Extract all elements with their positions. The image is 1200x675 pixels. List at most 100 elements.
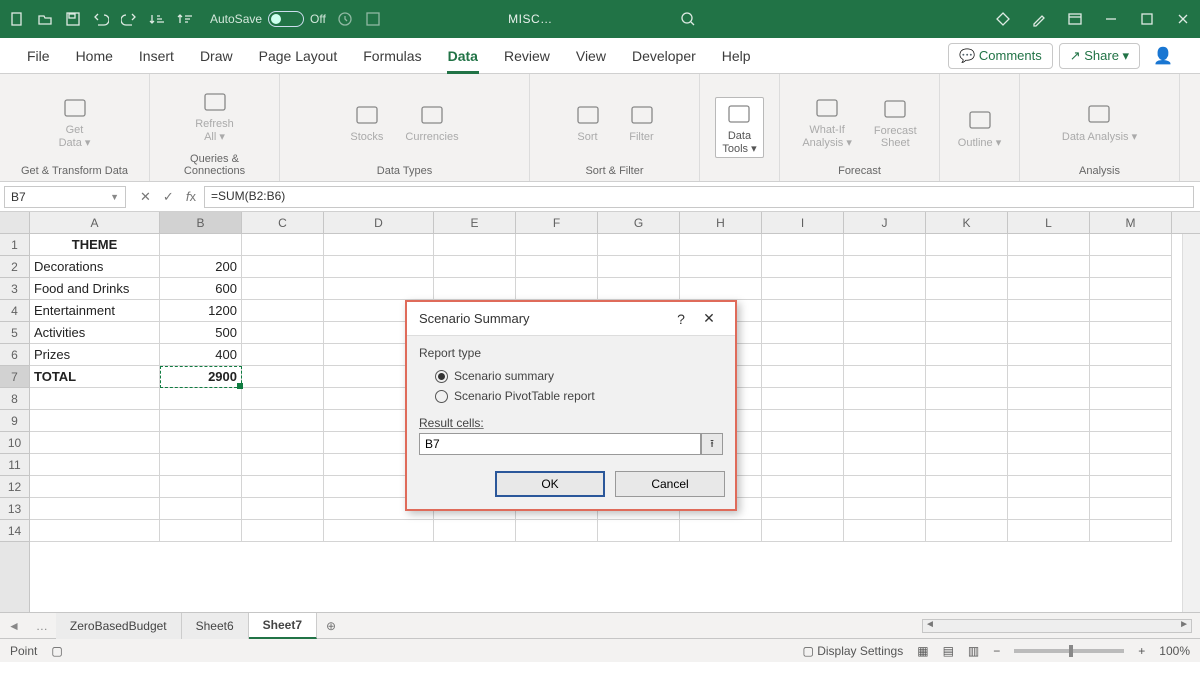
- sort-desc-icon[interactable]: [176, 10, 194, 28]
- cell[interactable]: [516, 234, 598, 256]
- pencil-icon[interactable]: [1030, 10, 1048, 28]
- cell[interactable]: [926, 322, 1008, 344]
- cell[interactable]: [1008, 454, 1090, 476]
- row-header[interactable]: 13: [0, 498, 29, 520]
- share-button[interactable]: ↗ Share ▾: [1059, 43, 1140, 69]
- ribbon-refresh-all[interactable]: RefreshAll ▾: [189, 86, 240, 145]
- cell[interactable]: [762, 498, 844, 520]
- cell[interactable]: [762, 300, 844, 322]
- cell[interactable]: [160, 476, 242, 498]
- save-icon[interactable]: [64, 10, 82, 28]
- cell[interactable]: [926, 410, 1008, 432]
- cell[interactable]: [844, 520, 926, 542]
- cell[interactable]: [1008, 344, 1090, 366]
- cell[interactable]: [598, 520, 680, 542]
- zoom-out-icon[interactable]: −: [993, 644, 1000, 658]
- cell[interactable]: [160, 410, 242, 432]
- radio-pivottable-report[interactable]: Scenario PivotTable report: [419, 386, 723, 406]
- tab-view[interactable]: View: [563, 38, 619, 74]
- cell[interactable]: [844, 366, 926, 388]
- cell[interactable]: [242, 256, 324, 278]
- col-header-A[interactable]: A: [30, 212, 160, 233]
- tab-home[interactable]: Home: [63, 38, 126, 74]
- cell[interactable]: [1090, 476, 1172, 498]
- tab-page-layout[interactable]: Page Layout: [246, 38, 351, 74]
- cell[interactable]: [844, 432, 926, 454]
- ribbon-get-data[interactable]: GetData ▾: [53, 92, 97, 151]
- cell[interactable]: [1090, 410, 1172, 432]
- cell[interactable]: [1008, 476, 1090, 498]
- history-icon[interactable]: [336, 10, 354, 28]
- tab-data[interactable]: Data: [435, 38, 491, 74]
- cell[interactable]: [598, 256, 680, 278]
- cancel-formula-icon[interactable]: ✕: [140, 189, 151, 205]
- cell[interactable]: [680, 234, 762, 256]
- row-header[interactable]: 5: [0, 322, 29, 344]
- cell[interactable]: [844, 498, 926, 520]
- cell[interactable]: [160, 498, 242, 520]
- account-icon[interactable]: 👤: [1140, 38, 1186, 74]
- cell[interactable]: [1008, 410, 1090, 432]
- cell[interactable]: [30, 520, 160, 542]
- sheet-tab-sheet7[interactable]: Sheet7: [249, 613, 317, 639]
- cell[interactable]: [1090, 432, 1172, 454]
- ribbon-data-analysis[interactable]: Data Analysis ▾: [1056, 98, 1143, 145]
- cell[interactable]: [324, 256, 434, 278]
- tab-draw[interactable]: Draw: [187, 38, 246, 74]
- cell[interactable]: [926, 432, 1008, 454]
- close-icon[interactable]: [1174, 10, 1192, 28]
- cell[interactable]: [762, 476, 844, 498]
- cell[interactable]: [1008, 278, 1090, 300]
- redo-icon[interactable]: [120, 10, 138, 28]
- cell[interactable]: [844, 278, 926, 300]
- cell[interactable]: [762, 278, 844, 300]
- col-header-H[interactable]: H: [680, 212, 762, 233]
- ribbon-filter[interactable]: Filter: [620, 99, 664, 145]
- cancel-button[interactable]: Cancel: [615, 471, 725, 497]
- cell[interactable]: [242, 410, 324, 432]
- result-cells-input[interactable]: [419, 433, 701, 455]
- cell[interactable]: Food and Drinks: [30, 278, 160, 300]
- maximize-icon[interactable]: [1138, 10, 1156, 28]
- cell[interactable]: 500: [160, 322, 242, 344]
- cell[interactable]: [434, 520, 516, 542]
- cell[interactable]: [680, 278, 762, 300]
- cell[interactable]: Prizes: [30, 344, 160, 366]
- cell[interactable]: [844, 410, 926, 432]
- cell[interactable]: [926, 520, 1008, 542]
- range-picker-icon[interactable]: ⭱: [701, 433, 723, 455]
- col-header-E[interactable]: E: [434, 212, 516, 233]
- cell[interactable]: [926, 278, 1008, 300]
- cell[interactable]: [762, 454, 844, 476]
- cell[interactable]: [1090, 388, 1172, 410]
- cell[interactable]: [1008, 388, 1090, 410]
- tab-insert[interactable]: Insert: [126, 38, 187, 74]
- cell[interactable]: 200: [160, 256, 242, 278]
- row-header[interactable]: 7: [0, 366, 29, 388]
- row-header[interactable]: 9: [0, 410, 29, 432]
- cell[interactable]: [516, 278, 598, 300]
- cell[interactable]: [1008, 520, 1090, 542]
- zoom-in-icon[interactable]: +: [1138, 644, 1145, 658]
- cell[interactable]: [242, 366, 324, 388]
- cell[interactable]: [242, 300, 324, 322]
- row-header[interactable]: 11: [0, 454, 29, 476]
- tab-review[interactable]: Review: [491, 38, 563, 74]
- cell[interactable]: [1008, 300, 1090, 322]
- cell[interactable]: [160, 234, 242, 256]
- ribbon-sort[interactable]: Sort: [566, 99, 610, 145]
- cell[interactable]: [1008, 234, 1090, 256]
- window-icon[interactable]: [1066, 10, 1084, 28]
- cell[interactable]: [242, 498, 324, 520]
- cell[interactable]: THEME: [30, 234, 160, 256]
- col-header-D[interactable]: D: [324, 212, 434, 233]
- row-header[interactable]: 4: [0, 300, 29, 322]
- cell[interactable]: [680, 256, 762, 278]
- row-header[interactable]: 3: [0, 278, 29, 300]
- cell[interactable]: [762, 432, 844, 454]
- comments-button[interactable]: 💬 Comments: [948, 43, 1053, 69]
- cell[interactable]: [242, 432, 324, 454]
- cell[interactable]: [926, 476, 1008, 498]
- row-header[interactable]: 8: [0, 388, 29, 410]
- cell[interactable]: Activities: [30, 322, 160, 344]
